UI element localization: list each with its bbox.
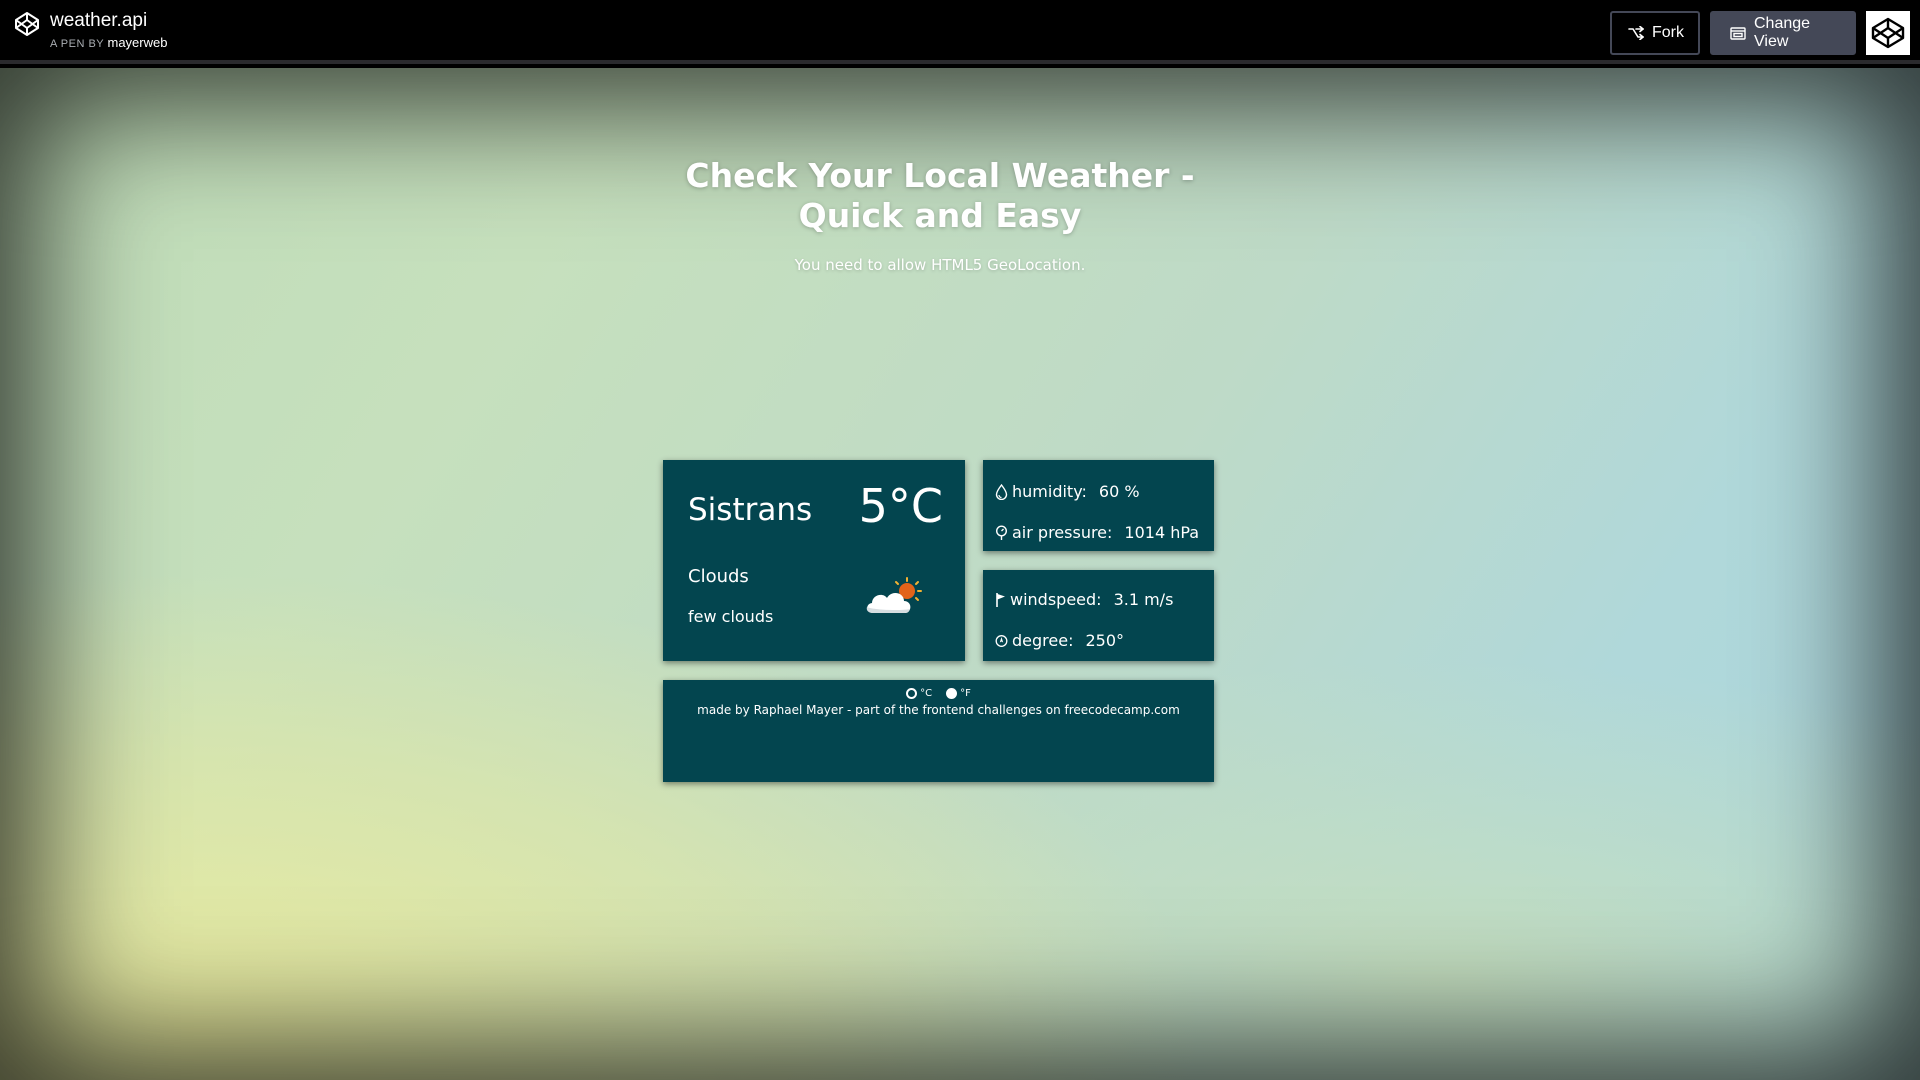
- page-title: Check Your Local Weather - Quick and Eas…: [685, 156, 1195, 235]
- pen-byline: A PEN BY mayerweb: [50, 36, 167, 51]
- weather-card: Sistrans 5°C Clouds few clouds: [663, 460, 965, 661]
- city-name: Sistrans: [688, 492, 813, 528]
- atmosphere-card: humidity: 60 % air pressure: 1014 hPa: [983, 460, 1214, 551]
- humidity-value: 60 %: [1098, 482, 1140, 501]
- weather-description: few clouds: [688, 607, 774, 626]
- pressure-value: 1014 hPa: [1124, 523, 1200, 542]
- preview-area: Check Your Local Weather - Quick and Eas…: [0, 68, 1920, 1080]
- fahrenheit-option[interactable]: °F: [946, 688, 971, 699]
- flag-icon: [996, 592, 1005, 607]
- degree-row: degree: 250°: [995, 631, 1124, 650]
- page-subtitle: You need to allow HTML5 GeoLocation.: [794, 256, 1086, 274]
- temperature: 5°C: [858, 479, 943, 533]
- pen-title[interactable]: weather.api: [50, 10, 167, 32]
- windspeed-value: 3.1 m/s: [1113, 590, 1174, 609]
- degree-value: 250°: [1085, 631, 1125, 650]
- credit-text: made by Raphael Mayer - part of the fron…: [697, 703, 1180, 717]
- wind-card: windspeed: 3.1 m/s degree: 250°: [983, 570, 1214, 661]
- change-view-icon: [1730, 26, 1746, 40]
- pressure-row: air pressure: 1014 hPa: [995, 523, 1199, 542]
- unit-toggle: °C °F: [663, 688, 1214, 699]
- celsius-radio[interactable]: [906, 688, 918, 699]
- fork-label: Fork: [1652, 24, 1684, 41]
- windspeed-label: windspeed:: [1010, 590, 1102, 609]
- celsius-label: °C: [920, 688, 933, 699]
- author-link[interactable]: mayerweb: [108, 35, 168, 50]
- pen-by-prefix: A PEN BY: [50, 38, 104, 50]
- degree-label: degree:: [1012, 631, 1074, 650]
- fahrenheit-radio[interactable]: [946, 688, 958, 699]
- codepen-header: weather.api A PEN BY mayerweb Fork Chang…: [0, 0, 1920, 64]
- humidity-label: humidity:: [1012, 482, 1087, 501]
- compass-icon: [995, 634, 1008, 647]
- change-view-label: Change View: [1754, 15, 1811, 50]
- windspeed-row: windspeed: 3.1 m/s: [995, 590, 1173, 609]
- pressure-icon: [995, 524, 1008, 540]
- cloud-sun-icon: [866, 577, 922, 613]
- codepen-home-icon[interactable]: [1866, 11, 1910, 55]
- fork-button[interactable]: Fork: [1610, 11, 1700, 55]
- codepen-logo-icon[interactable]: [14, 11, 40, 37]
- fork-icon: [1628, 26, 1644, 40]
- weather-condition: Clouds: [688, 566, 749, 587]
- humidity-icon: [995, 483, 1008, 500]
- change-view-button[interactable]: Change View: [1710, 11, 1856, 55]
- humidity-row: humidity: 60 %: [995, 482, 1140, 501]
- pen-meta: weather.api A PEN BY mayerweb: [50, 10, 167, 51]
- footer-card: °C °F made by Raphael Mayer - part of th…: [663, 680, 1214, 782]
- pressure-label: air pressure:: [1012, 523, 1113, 542]
- fahrenheit-label: °F: [960, 688, 971, 699]
- codepen-mark-icon: [1871, 17, 1905, 49]
- celsius-option[interactable]: °C: [906, 688, 932, 699]
